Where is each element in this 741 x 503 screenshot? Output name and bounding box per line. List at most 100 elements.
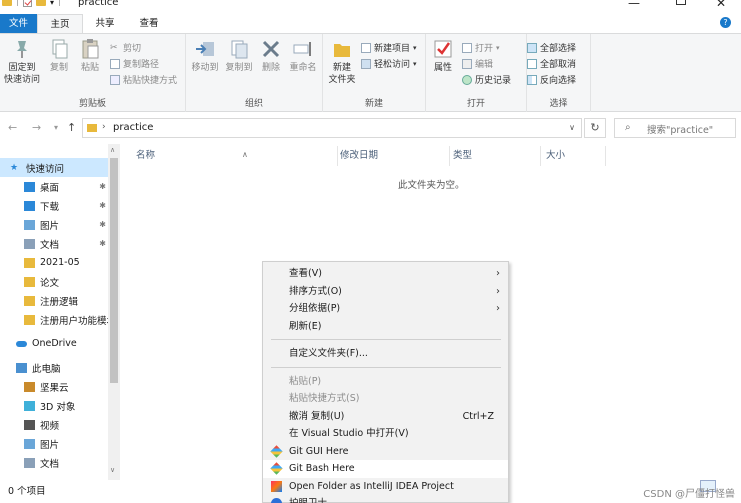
breadcrumb[interactable]: practice <box>113 122 153 133</box>
cut-button[interactable]: ✂ 剪切 <box>110 41 141 55</box>
column-header-name[interactable]: 名称 ∧ <box>130 146 338 166</box>
menu-item[interactable]: 粘贴快捷方式(S) <box>263 390 508 408</box>
tab-file[interactable]: 文件 <box>0 14 37 34</box>
menu-item[interactable]: 分组依据(P) › <box>263 300 508 318</box>
menu-item-label: Git Bash Here <box>289 463 355 474</box>
menu-item[interactable]: 刷新(E) <box>263 318 508 336</box>
tab-share[interactable]: 共享 <box>83 14 127 34</box>
title-bar: | ▾ | practice — ✕ <box>0 0 741 14</box>
folder-icon <box>24 257 35 268</box>
menu-item[interactable]: 自定义文件夹(F)... <box>263 345 508 363</box>
git-gui-icon <box>270 444 283 458</box>
nav-item[interactable]: 论文 <box>0 272 108 291</box>
divider: | <box>58 0 62 7</box>
easy-access-button[interactable]: 轻松访问 ▾ <box>361 57 417 70</box>
column-header-size[interactable]: 大小 <box>540 146 606 166</box>
delete-button[interactable]: 删除 <box>258 38 284 74</box>
history-button[interactable]: 历史记录 <box>462 73 511 86</box>
new-item-label: 新建项目 <box>374 44 411 54</box>
copy-path-button[interactable]: 复制路径 <box>110 57 159 70</box>
edit-label: 编辑 <box>475 60 494 70</box>
new-folder-button[interactable]: 新建 文件夹 <box>325 38 359 86</box>
recent-locations-icon[interactable]: ▾ <box>54 123 58 132</box>
scrollbar-thumb[interactable] <box>110 158 118 383</box>
nav-item[interactable]: 视频 <box>0 415 108 434</box>
properties-button[interactable]: 属性 <box>430 38 456 74</box>
close-icon[interactable]: ✕ <box>716 0 726 10</box>
rename-button[interactable]: 重命名 <box>286 38 320 74</box>
paste-shortcut-label: 粘贴快捷方式 <box>123 76 178 86</box>
properties-quick-icon[interactable] <box>23 0 33 7</box>
chevron-down-icon[interactable]: ∨ <box>569 123 575 132</box>
forward-arrow-icon[interactable]: → <box>32 121 41 134</box>
menu-item[interactable]: 撤消 复制(U) Ctrl+Z <box>263 408 508 426</box>
maximize-icon[interactable] <box>676 0 686 5</box>
nav-item[interactable]: 文档 ✱ <box>0 234 108 253</box>
nav-item[interactable]: ★ 快速访问 <box>0 158 108 177</box>
menu-item[interactable]: Git Bash Here <box>263 460 508 478</box>
nav-item[interactable]: 2021-05 <box>0 253 108 272</box>
tab-view[interactable]: 查看 <box>127 14 171 34</box>
breadcrumb-chevron-icon[interactable]: › <box>102 122 106 132</box>
history-icon <box>462 74 472 85</box>
menu-item-label: 查看(V) <box>289 268 322 279</box>
nav-item-label: 注册用户功能模块 <box>40 315 108 327</box>
select-none-button[interactable]: 全部取消 <box>527 57 576 70</box>
nav-item[interactable]: 图片 <box>0 434 108 453</box>
scroll-down-icon[interactable]: ∨ <box>110 466 115 474</box>
menu-item[interactable]: 排序方式(O) › <box>263 283 508 301</box>
invert-selection-button[interactable]: 反向选择 <box>527 73 576 86</box>
menu-item[interactable]: Open Folder as IntelliJ IDEA Project <box>263 478 508 496</box>
menu-item[interactable]: 粘贴(P) <box>263 373 508 391</box>
vertical-scrollbar[interactable]: ∧ ∨ <box>108 144 120 480</box>
nav-item[interactable]: 注册逻辑 <box>0 291 108 310</box>
invert-selection-icon <box>527 74 537 85</box>
pin-quick-access-button[interactable]: 固定到 快速访问 <box>2 38 42 86</box>
column-header-type[interactable]: 类型 <box>447 146 541 166</box>
pin-icon: ✱ <box>99 239 106 248</box>
paste-shortcut-button[interactable]: 粘贴快捷方式 <box>110 73 177 86</box>
menu-item[interactable]: 护眼卫士 <box>263 495 508 503</box>
nav-item[interactable]: 文档 <box>0 453 108 472</box>
search-input[interactable]: ⌕ 搜索"practice" <box>614 118 736 138</box>
refresh-icon: ↻ <box>590 121 600 134</box>
column-header-modified[interactable]: 修改日期 <box>334 146 450 166</box>
divider: | <box>16 0 20 7</box>
minimize-icon[interactable]: — <box>628 0 640 10</box>
customize-toolbar-icon[interactable]: ▾ <box>50 0 54 7</box>
menu-item[interactable]: 查看(V) › <box>263 265 508 283</box>
folder-icon <box>24 295 35 306</box>
nav-item[interactable]: OneDrive <box>0 334 108 353</box>
nav-item[interactable]: 桌面 ✱ <box>0 177 108 196</box>
open-button[interactable]: 打开 ▾ <box>462 41 500 54</box>
copy-button[interactable]: 复制 <box>46 38 72 74</box>
new-folder-quick-icon[interactable] <box>36 0 47 6</box>
help-icon[interactable]: ? <box>720 17 731 28</box>
organize-group-label: 组织 <box>244 99 263 109</box>
select-all-button[interactable]: 全部选择 <box>527 41 576 54</box>
select-none-label: 全部取消 <box>540 60 577 70</box>
nav-item[interactable]: 图片 ✱ <box>0 215 108 234</box>
move-to-button[interactable]: 移动到 <box>188 38 222 74</box>
menu-item[interactable]: Git GUI Here <box>263 443 508 461</box>
up-arrow-icon[interactable]: ↑ <box>67 121 76 134</box>
refresh-button[interactable]: ↻ <box>584 118 606 138</box>
edit-button[interactable]: 编辑 <box>462 57 493 70</box>
nav-item[interactable]: 注册用户功能模块 <box>0 310 108 329</box>
new-folder-label: 新建 文件夹 <box>328 63 356 85</box>
nav-item[interactable]: 下载 ✱ <box>0 196 108 215</box>
paste-button[interactable]: 粘贴 <box>76 38 104 74</box>
submenu-arrow-icon: › <box>496 303 500 314</box>
new-item-button[interactable]: 新建项目 ▾ <box>361 41 417 54</box>
menu-item[interactable]: 在 Visual Studio 中打开(V) <box>263 425 508 443</box>
copy-to-button[interactable]: 复制到 <box>222 38 256 74</box>
nav-item[interactable]: 此电脑 <box>0 358 108 377</box>
nav-item[interactable]: 3D 对象 <box>0 396 108 415</box>
address-bar[interactable]: › practice ∨ <box>82 118 582 138</box>
nav-item[interactable]: 坚果云 <box>0 377 108 396</box>
paste-shortcut-icon <box>110 74 120 85</box>
scroll-up-icon[interactable]: ∧ <box>110 146 115 154</box>
3d-icon <box>24 400 35 411</box>
tab-home[interactable]: 主页 <box>37 14 83 34</box>
back-arrow-icon[interactable]: ← <box>8 121 17 134</box>
